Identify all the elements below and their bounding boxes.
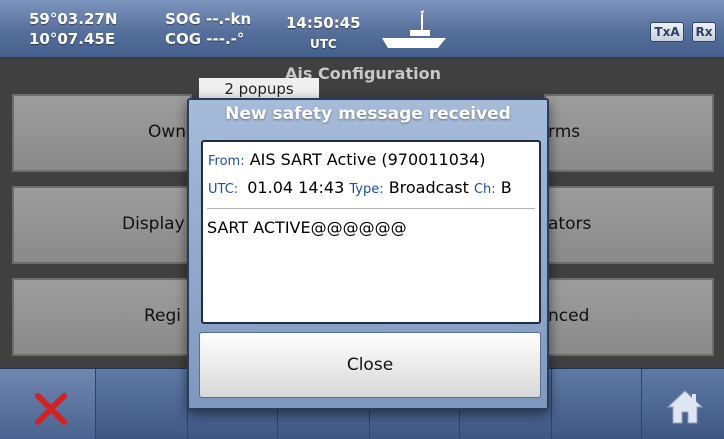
safety-message-dialog: New safety message received From: AIS SA… xyxy=(187,98,549,410)
home-button[interactable] xyxy=(642,369,724,439)
meta-row: UTC: 01.04 14:43 Type: Broadcast Ch: B xyxy=(208,178,512,197)
cog-readout: COG ---.-° xyxy=(165,30,245,48)
from-row: From: AIS SART Active (970011034) xyxy=(208,150,485,169)
popups-counter: 2 popups xyxy=(199,78,319,100)
sog-readout: SOG --.-kn xyxy=(165,10,252,28)
dialog-title: New safety message received xyxy=(225,104,511,124)
own-ship-tile[interactable]: Own xyxy=(12,94,192,172)
softkey-2[interactable] xyxy=(96,369,188,439)
indicators-tile-label: ators xyxy=(548,214,592,234)
utc-label: UTC: xyxy=(208,182,239,197)
timezone-label: UTC xyxy=(310,37,337,51)
channel-value: B xyxy=(500,178,512,197)
display-tile-label: Display xyxy=(122,214,185,234)
close-button[interactable]: Close xyxy=(199,332,541,398)
indicators-tile[interactable]: ators xyxy=(544,186,714,264)
channel-label: Ch: xyxy=(473,182,496,197)
alarms-tile[interactable]: rms xyxy=(544,94,714,172)
advanced-tile[interactable]: nced xyxy=(544,278,714,356)
from-label: From: xyxy=(208,154,245,169)
txa-indicator: TxA xyxy=(650,22,684,42)
cancel-button[interactable] xyxy=(0,369,96,439)
home-icon xyxy=(666,390,704,424)
message-panel: From: AIS SART Active (970011034) UTC: 0… xyxy=(201,140,541,324)
latitude-readout: 59°03.27N xyxy=(29,10,118,28)
message-body: SART ACTIVE@@@@@@ xyxy=(207,218,407,237)
from-value: AIS SART Active (970011034) xyxy=(249,150,486,169)
registration-tile-label: Regi xyxy=(144,306,182,326)
x-icon xyxy=(35,393,67,425)
advanced-tile-label: nced xyxy=(548,306,590,326)
alarms-tile-label: rms xyxy=(548,122,581,142)
divider xyxy=(207,208,535,209)
softkey-7[interactable] xyxy=(552,369,642,439)
status-bar: 59°03.27N 10°07.45E SOG --.-kn COG ---.-… xyxy=(0,0,724,58)
utc-value: 01.04 14:43 xyxy=(247,178,345,197)
own-ship-tile-label: Own xyxy=(148,122,187,142)
type-label: Type: xyxy=(349,182,384,197)
registration-tile[interactable]: Regi xyxy=(12,278,192,356)
time-readout: 14:50:45 xyxy=(286,14,361,32)
ship-icon xyxy=(382,10,446,48)
type-value: Broadcast xyxy=(388,178,469,197)
display-tile[interactable]: Display xyxy=(12,186,192,264)
rx-indicator: Rx xyxy=(692,22,716,42)
longitude-readout: 10°07.45E xyxy=(29,30,116,48)
